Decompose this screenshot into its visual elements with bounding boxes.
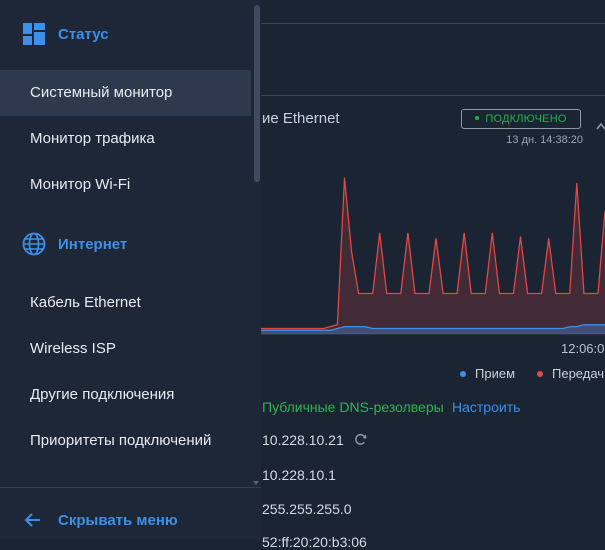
connection-title: ие Ethernet (262, 110, 340, 127)
section-divider (255, 95, 605, 96)
gateway-address: 10.228.10.1 (262, 467, 336, 483)
sidebar-item-other-connections[interactable]: Другие подключения (0, 372, 251, 418)
sidebar-item-system-monitor[interactable]: Системный монитор (0, 70, 251, 116)
dns-resolvers-label: Публичные DNS-резолверы (262, 399, 444, 415)
x-tick-label: 12:06:0 (561, 341, 605, 356)
legend-label-transmit: Передач (552, 366, 605, 381)
section-label-internet: Интернет (58, 235, 128, 253)
sidebar-section-internet[interactable]: Интернет (22, 232, 127, 256)
status-badge: ПОДКЛЮЧЕНО (461, 109, 581, 129)
subnet-mask: 255.255.255.0 (262, 501, 352, 517)
series-area-transmit (260, 177, 605, 334)
section-label-status: Статус (58, 25, 109, 43)
legend-label-receive: Прием (475, 366, 516, 381)
hide-menu-label: Скрывать меню (58, 511, 178, 529)
transmit-dot-icon (537, 370, 543, 377)
sidebar-item-wifi-monitor[interactable]: Монитор Wi-Fi (0, 162, 251, 208)
sidebar-item-wireless-isp[interactable]: Wireless ISP (0, 326, 251, 372)
hide-menu-button[interactable]: Скрывать меню (24, 508, 178, 532)
status-dot-icon (475, 116, 480, 121)
receive-dot-icon (460, 370, 466, 377)
sidebar: Статус Системный монитор Монитор трафика… (0, 0, 261, 539)
legend-item-transmit: Передач (537, 366, 604, 381)
ip-address: 10.228.10.21 (262, 432, 344, 448)
legend-item-receive: Прием (460, 366, 515, 381)
sidebar-item-connection-priorities[interactable]: Приоритеты подключений (0, 418, 251, 464)
status-badge-label: ПОДКЛЮЧЕНО (485, 113, 567, 125)
sidebar-section-status[interactable]: Статус (22, 22, 109, 46)
globe-icon (22, 232, 46, 256)
scroll-down-icon[interactable] (253, 481, 259, 485)
refresh-icon[interactable] (353, 432, 368, 447)
sidebar-item-traffic-monitor[interactable]: Монитор трафика (0, 116, 251, 162)
dashboard-icon (23, 23, 45, 45)
sidebar-scrollbar-thumb[interactable] (254, 5, 260, 182)
traffic-chart (255, 177, 605, 335)
header-divider (255, 23, 605, 24)
chevron-up-icon[interactable] (596, 121, 605, 131)
sidebar-item-ethernet-cable[interactable]: Кабель Ethernet (0, 280, 251, 326)
dns-configure-link[interactable]: Настроить (452, 399, 520, 415)
sidebar-divider (0, 487, 261, 488)
mac-address: 52:ff:20:20:b3:06 (262, 534, 367, 550)
uptime-text: 13 дн. 14:38:20 (506, 134, 583, 146)
arrow-left-icon (24, 513, 40, 527)
